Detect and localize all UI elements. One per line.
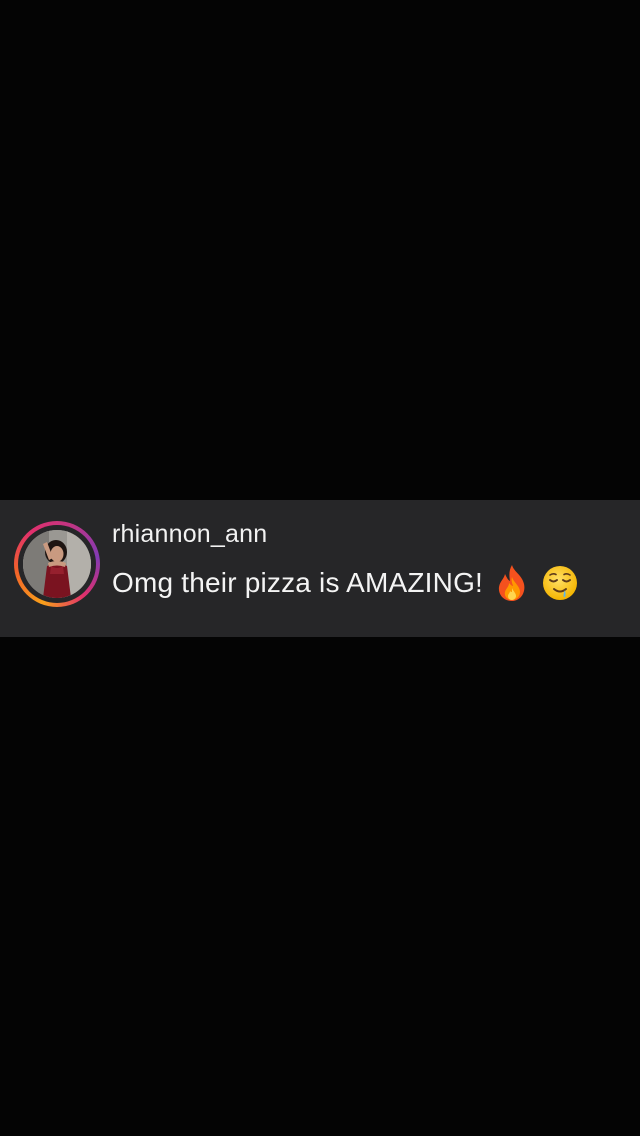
drooling-face-emoji-icon xyxy=(541,564,579,602)
avatar-photo xyxy=(23,530,91,598)
avatar[interactable] xyxy=(23,530,91,598)
story-ring[interactable] xyxy=(14,521,100,607)
comment-text: Omg their pizza is AMAZING! xyxy=(112,567,484,598)
comment-body: Omg their pizza is AMAZING! xyxy=(112,564,579,602)
fire-emoji-icon xyxy=(495,564,529,602)
comment-card[interactable]: rhiannon_ann Omg their pizza is AMAZING! xyxy=(0,500,640,637)
avatar-gap xyxy=(18,525,96,603)
comment-username[interactable]: rhiannon_ann xyxy=(112,520,267,549)
screen: rhiannon_ann Omg their pizza is AMAZING! xyxy=(0,0,640,1136)
